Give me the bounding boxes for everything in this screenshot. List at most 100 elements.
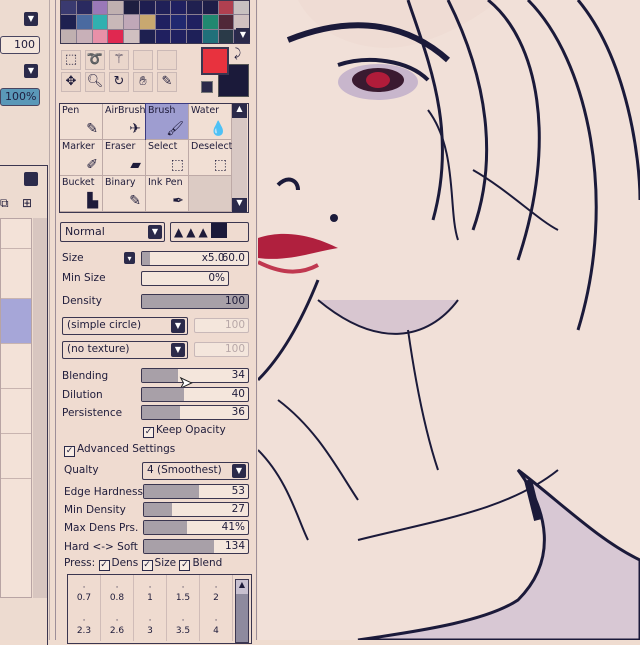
brush-size-preset[interactable]: · 1.5 xyxy=(167,575,200,608)
persistence-slider[interactable]: 36 xyxy=(141,405,249,420)
rect-select-icon[interactable]: ⬚ xyxy=(61,50,81,70)
mask-icon[interactable] xyxy=(24,172,38,186)
color-swatch[interactable] xyxy=(171,1,186,15)
swap-colors-icon[interactable]: ⤸ xyxy=(234,46,241,61)
color-swatch[interactable] xyxy=(76,1,92,15)
brush-tool-brush[interactable]: Brush 🖌 xyxy=(145,103,190,141)
new-folder-icon[interactable]: ⊞ xyxy=(22,196,32,210)
color-swatch[interactable] xyxy=(92,15,108,29)
dropdown-arrow-icon[interactable]: ▼ xyxy=(24,64,38,78)
min-size-slider[interactable]: 0% xyxy=(141,271,229,286)
color-swatch[interactable] xyxy=(202,1,218,15)
color-swatch[interactable] xyxy=(171,29,186,43)
color-swatch[interactable] xyxy=(234,1,249,15)
color-swatches[interactable] xyxy=(60,0,250,44)
texture-strength[interactable]: 100 xyxy=(194,342,249,357)
scroll-down-icon[interactable]: ▼ xyxy=(232,198,247,212)
press-size-checkbox[interactable]: ✓ Size xyxy=(141,557,176,571)
brush-edge-shapes[interactable]: ▲▲▲ xyxy=(170,222,249,242)
color-swatch[interactable] xyxy=(218,29,234,43)
brush-size-preset[interactable]: · 3 xyxy=(134,608,167,641)
primary-color[interactable] xyxy=(201,47,229,75)
color-swatch[interactable] xyxy=(61,1,76,15)
brush-tool-select[interactable]: Select ⬚ xyxy=(146,140,189,176)
brush-size-preset[interactable]: · 1 xyxy=(134,575,167,608)
edge-hardness-slider[interactable]: 53 xyxy=(143,484,249,499)
brush-size-preset[interactable]: · 2.3 xyxy=(68,608,101,641)
texture-select[interactable]: (no texture) ▼ xyxy=(62,341,188,359)
brush-tool-pen[interactable]: Pen ✎ xyxy=(60,104,103,140)
brush-tool-airbrush[interactable]: AirBrush ✈ xyxy=(103,104,146,140)
press-blend-checkbox[interactable]: ✓ Blend xyxy=(179,557,222,571)
brush-size-preset[interactable]: · 3.5 xyxy=(167,608,200,641)
color-swatch[interactable] xyxy=(61,15,76,29)
color-swatch[interactable] xyxy=(92,29,108,43)
brush-size-preset[interactable]: · 4 xyxy=(200,608,233,641)
density-slider[interactable]: 100 xyxy=(141,294,249,309)
brush-tool-water[interactable]: Water 💧 xyxy=(189,104,232,140)
color-swatch[interactable] xyxy=(108,15,123,29)
hand-icon[interactable]: ✋︎ xyxy=(133,72,153,92)
dilution-slider[interactable]: 40 xyxy=(141,387,249,402)
color-swatch[interactable] xyxy=(234,15,249,29)
layer-scrollbar[interactable] xyxy=(33,218,47,598)
keep-opacity-checkbox[interactable]: ✓ Keep Opacity xyxy=(143,424,226,438)
zoom-icon[interactable]: 🔍︎ xyxy=(85,72,105,92)
color-swatch[interactable] xyxy=(124,29,139,43)
color-swatch[interactable] xyxy=(92,1,108,15)
quality-select[interactable]: 4 (Smoothest) ▼ xyxy=(142,462,249,480)
color-swatch[interactable] xyxy=(171,15,186,29)
color-swatch[interactable] xyxy=(139,1,155,15)
color-swatch[interactable] xyxy=(187,1,202,15)
color-swatch[interactable] xyxy=(187,29,202,43)
reset-colors-icon[interactable] xyxy=(201,81,213,93)
advanced-settings-checkbox[interactable]: ✓ Advanced Settings xyxy=(64,443,175,457)
scroll-up-icon[interactable]: ▲ xyxy=(232,104,247,118)
blend-mode-select[interactable]: Normal ▼ xyxy=(60,222,165,242)
swatch-scroll-down[interactable]: ▼ xyxy=(236,28,250,42)
color-swatch[interactable] xyxy=(61,29,76,43)
color-swatch[interactable] xyxy=(155,1,171,15)
color-swatch[interactable] xyxy=(218,15,234,29)
move-icon[interactable]: ✥ xyxy=(61,72,81,92)
brush-tool-deselect[interactable]: Deselect ⬚ xyxy=(189,140,232,176)
brush-tool-marker[interactable]: Marker ✐ xyxy=(60,140,103,176)
color-swatch[interactable] xyxy=(124,1,139,15)
selected-layer[interactable] xyxy=(1,299,31,344)
hard-soft-slider[interactable]: 134 xyxy=(143,539,249,554)
shape-strength[interactable]: 100 xyxy=(194,318,249,333)
color-swatch[interactable] xyxy=(218,1,234,15)
color-swatch[interactable] xyxy=(202,15,218,29)
color-swatch[interactable] xyxy=(124,15,139,29)
max-dens-slider[interactable]: 41% xyxy=(143,520,249,535)
color-swatch[interactable] xyxy=(139,29,155,43)
brush-tool-ink-pen[interactable]: Ink Pen ✒ xyxy=(146,176,189,212)
preset-scrollbar[interactable]: ▲ xyxy=(235,579,249,643)
brush-size-preset[interactable]: · 0.8 xyxy=(101,575,134,608)
brush-size-preset[interactable]: · 2.6 xyxy=(101,608,134,641)
blending-slider[interactable]: 34 xyxy=(141,368,249,383)
color-swatch[interactable] xyxy=(202,29,218,43)
color-swatch[interactable] xyxy=(108,1,123,15)
scroll-up-icon[interactable]: ▲ xyxy=(236,580,248,594)
brush-tool-eraser[interactable]: Eraser ▰ xyxy=(103,140,146,176)
brush-size-preset[interactable]: · 0.7 xyxy=(68,575,101,608)
color-swatch[interactable] xyxy=(76,15,92,29)
brush-size-preset[interactable]: · 2 xyxy=(200,575,233,608)
opacity-percent-bar[interactable]: 100% xyxy=(0,88,40,106)
rotate-icon[interactable]: ↻ xyxy=(109,72,129,92)
min-density-slider[interactable]: 27 xyxy=(143,502,249,517)
eyedropper-icon[interactable]: ✎ xyxy=(157,72,177,92)
lasso-icon[interactable]: ➰ xyxy=(85,50,105,70)
opacity-field[interactable]: 100 xyxy=(0,36,40,54)
magic-wand-icon[interactable]: ⚚ xyxy=(109,50,129,70)
brush-grid-scrollbar[interactable]: ▲ ▼ xyxy=(232,104,247,212)
dropdown-arrow-icon[interactable]: ▼ xyxy=(24,12,38,26)
brush-tool-bucket[interactable]: Bucket ▙ xyxy=(60,176,103,212)
color-swatch[interactable] xyxy=(187,15,202,29)
press-dens-checkbox[interactable]: ✓ Dens xyxy=(98,557,138,571)
color-swatch[interactable] xyxy=(139,15,155,29)
size-range-dropdown[interactable]: ▾ xyxy=(124,252,135,264)
color-swatch[interactable] xyxy=(155,15,171,29)
brush-tool-binary[interactable]: Binary ✎ xyxy=(103,176,146,212)
